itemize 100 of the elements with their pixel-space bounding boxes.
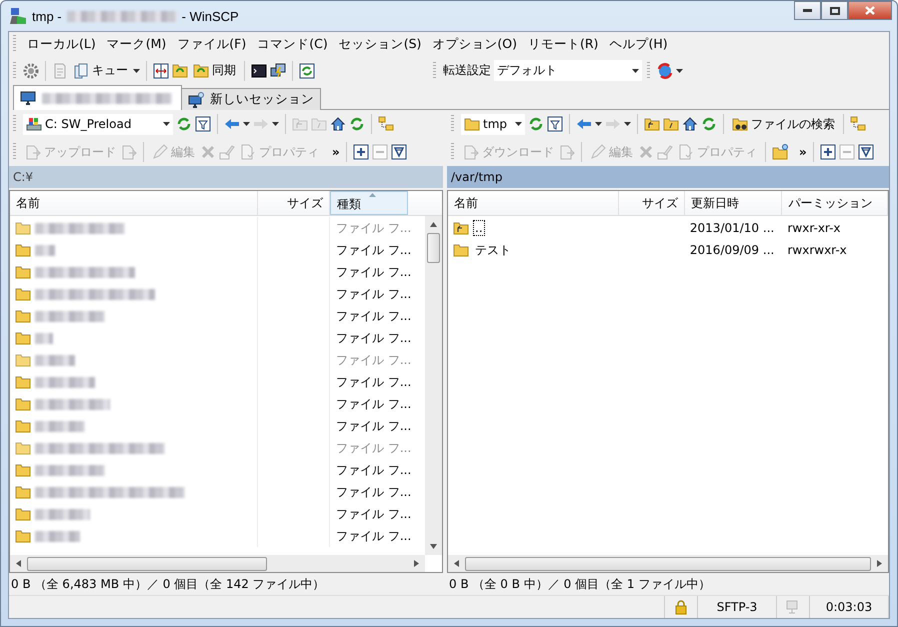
plus-icon[interactable] <box>352 144 369 160</box>
column-header[interactable]: サイズ <box>619 191 685 215</box>
drive-icon[interactable] <box>26 116 42 132</box>
home-icon[interactable] <box>330 116 346 132</box>
documents-icon[interactable] <box>73 62 89 78</box>
back-arrow-icon[interactable] <box>224 116 240 132</box>
folder-icon[interactable] <box>15 528 31 544</box>
rename-icon[interactable] <box>219 144 235 160</box>
compare-icon[interactable] <box>153 62 169 78</box>
binoculars-icon[interactable] <box>732 116 748 132</box>
session-tab[interactable] <box>13 85 182 110</box>
folder-icon[interactable] <box>15 484 31 500</box>
column-header[interactable]: 更新日時 <box>684 191 782 215</box>
back-arrow-icon[interactable] <box>576 116 592 132</box>
transfer-icon[interactable] <box>121 144 137 160</box>
queue-button[interactable]: キュー <box>71 62 130 79</box>
menu-item[interactable]: コマンド(C) <box>253 36 332 52</box>
folder-icon[interactable] <box>15 462 31 478</box>
caret-icon[interactable] <box>632 68 639 72</box>
scroll-thumb[interactable] <box>465 556 871 570</box>
parent-folder-icon[interactable] <box>644 116 660 132</box>
folder-dropdown[interactable]: tmp <box>461 114 525 134</box>
folder-icon[interactable] <box>15 374 31 390</box>
menu-item[interactable]: マーク(M) <box>102 36 170 52</box>
drive-dropdown[interactable]: C: SW_Preload <box>23 114 173 134</box>
scroll-arrow-icon[interactable] <box>430 221 437 228</box>
file-name[interactable]: .. <box>473 220 485 236</box>
filter-icon[interactable] <box>195 116 211 132</box>
minimize-button[interactable] <box>794 1 821 20</box>
monitor-icon[interactable] <box>20 90 36 106</box>
scroll-thumb[interactable] <box>427 233 440 263</box>
menu-item[interactable]: リモート(R) <box>524 36 602 52</box>
caret-icon[interactable] <box>163 122 170 126</box>
column-header[interactable]: パーミッション <box>782 191 888 215</box>
folder-sync-icon[interactable] <box>193 62 209 78</box>
menu-item[interactable]: ローカル(L) <box>23 36 100 52</box>
folder-icon[interactable] <box>453 242 469 258</box>
rename-icon[interactable] <box>657 144 673 160</box>
delete-icon[interactable] <box>638 144 654 160</box>
menu-item[interactable]: ヘルプ(H) <box>605 36 672 52</box>
scroll-arrow-icon[interactable] <box>453 560 460 567</box>
caret-icon[interactable] <box>133 68 140 72</box>
column-header[interactable]: 種類 <box>330 191 408 215</box>
session-tab[interactable]: 新しいセッション <box>181 88 321 110</box>
folder-icon[interactable] <box>15 330 31 346</box>
folder-icon[interactable] <box>15 396 31 412</box>
transfer-settings-dropdown[interactable]: デフォルト <box>494 60 642 81</box>
filter-icon[interactable] <box>390 144 407 160</box>
gear-icon[interactable] <box>23 62 39 78</box>
globe-icon[interactable] <box>657 62 673 78</box>
caret-icon[interactable] <box>243 122 250 126</box>
home-icon[interactable] <box>682 116 698 132</box>
tree-icon[interactable] <box>850 116 866 132</box>
folder-icon[interactable] <box>15 264 31 280</box>
menu-item[interactable]: ファイル(F) <box>173 36 250 52</box>
scrollbar[interactable] <box>448 555 888 572</box>
find-files-button[interactable]: ファイルの検索 <box>730 116 837 132</box>
lock-icon[interactable] <box>673 599 689 615</box>
maximize-button[interactable] <box>821 1 848 20</box>
folder-icon[interactable] <box>15 242 31 258</box>
scroll-thumb[interactable] <box>27 556 267 570</box>
caret-icon[interactable] <box>624 122 631 126</box>
folder-icon[interactable] <box>15 440 31 456</box>
monitor-icon[interactable] <box>188 92 204 108</box>
column-header[interactable]: 名前 <box>448 191 620 215</box>
caret-icon[interactable] <box>515 122 522 126</box>
scroll-arrow-icon[interactable] <box>413 560 420 567</box>
delete-icon[interactable] <box>200 144 216 160</box>
parent-folder-icon[interactable] <box>453 220 469 236</box>
refresh-icon[interactable] <box>299 62 315 78</box>
folder-icon[interactable] <box>464 116 480 132</box>
caret-icon[interactable] <box>595 122 602 126</box>
folder-icon[interactable] <box>15 506 31 522</box>
folder-icon[interactable] <box>15 286 31 302</box>
scroll-arrow-icon[interactable] <box>876 560 883 567</box>
filter-icon[interactable] <box>858 144 874 160</box>
tree-icon[interactable] <box>378 116 394 132</box>
terminal-icon[interactable] <box>251 62 267 78</box>
scroll-arrow-icon[interactable] <box>15 560 22 567</box>
scrollbar[interactable] <box>10 555 425 572</box>
scrollbar[interactable] <box>425 216 442 555</box>
sync-button[interactable]: 同期 <box>191 62 238 79</box>
new-folder-icon[interactable] <box>772 144 788 160</box>
close-button[interactable] <box>848 1 892 20</box>
scroll-arrow-icon[interactable] <box>430 543 437 550</box>
file-name[interactable]: テスト <box>473 240 513 260</box>
menu-item[interactable]: オプション(O) <box>428 36 521 52</box>
plus-icon[interactable] <box>820 144 836 160</box>
folder-icon[interactable] <box>15 418 31 434</box>
document-icon[interactable] <box>52 62 68 78</box>
folder-icon[interactable] <box>15 220 31 236</box>
folder-icon[interactable] <box>15 352 31 368</box>
caret-icon[interactable] <box>676 68 683 72</box>
transfer-icon[interactable] <box>559 144 575 160</box>
overflow-button[interactable]: » <box>332 145 340 159</box>
filter-icon[interactable] <box>547 116 563 132</box>
caret-icon[interactable] <box>272 122 279 126</box>
monitors-icon[interactable] <box>270 62 286 78</box>
menu-item[interactable]: セッション(S) <box>334 36 426 52</box>
overflow-button[interactable]: » <box>799 145 807 159</box>
